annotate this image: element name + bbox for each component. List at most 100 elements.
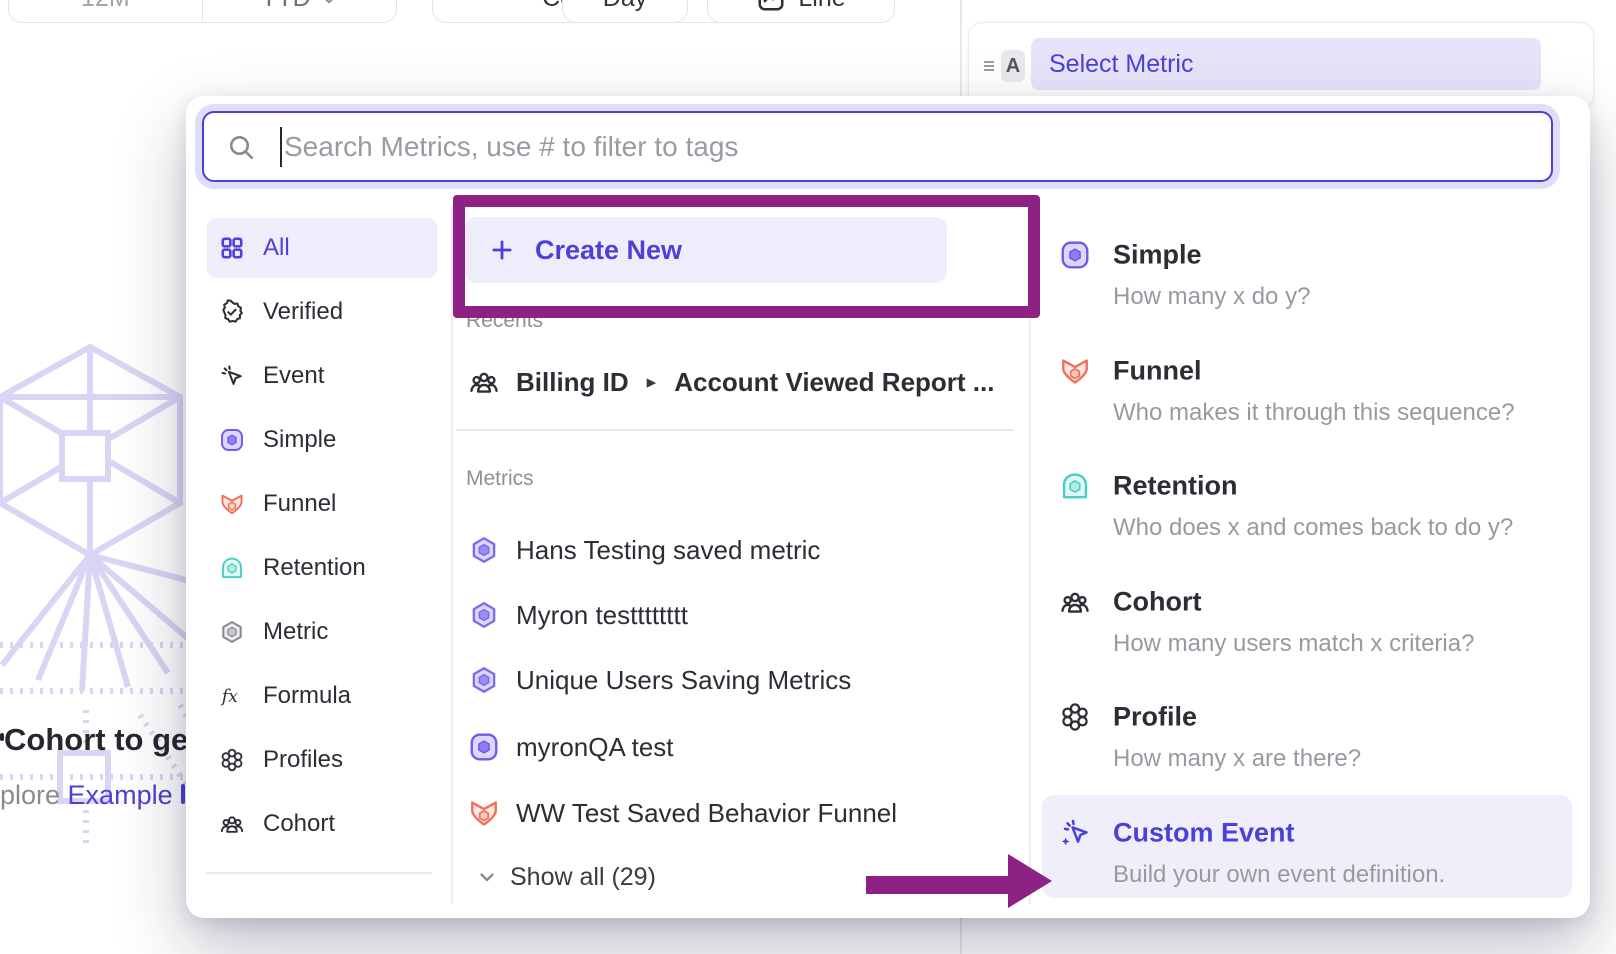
funnel-metric-icon [468,797,500,829]
grid-icon [219,235,245,261]
date-range-control: 12M YTD [8,0,397,23]
simple-metric-icon [1059,239,1091,271]
funnel-metric-icon [219,491,245,517]
type-funnel-desc: Who makes it through this sequence? [1113,399,1515,427]
chevron-down-icon [319,0,339,8]
retention-metric-icon [219,555,245,581]
event-cursor-icon [219,363,245,389]
interval-label: Day [603,0,647,13]
metric-list-item[interactable]: Hans Testing saved metric [468,530,820,570]
create-new-button[interactable]: Create New [465,217,947,283]
sidebar-item-simple[interactable]: Simple [207,410,437,470]
interval-button[interactable]: Day [562,0,688,23]
clipped-glyph-fragment [0,733,4,741]
sidebar-divider [206,872,432,874]
metric-hexagon-icon [219,619,245,645]
text-caret [280,127,282,167]
chevron-down-icon [474,864,500,890]
background-wireframe-art [0,335,210,845]
sidebar-item-event[interactable]: Event [207,346,437,406]
breadcrumb-arrow-icon: ▸ [647,371,657,394]
sidebar-item-label: Event [263,362,324,390]
metric-name: Unique Users Saving Metrics [516,665,851,696]
metric-name: WW Test Saved Behavior Funnel [516,798,897,829]
sidebar-item-label: Retention [263,554,366,582]
chart-type-label: Line [798,0,845,13]
verified-seal-icon [219,299,245,325]
sidebar-item-retention[interactable]: Retention [207,538,437,598]
sidebar-item-metric[interactable]: Metric [207,602,437,662]
type-profile[interactable]: Profile [1113,702,1197,733]
range-ytd-label: YTD [261,0,311,13]
line-chart-icon [756,0,786,13]
clipped-glyph-fragment [181,784,185,804]
show-all-label: Show all (29) [510,863,656,892]
sidebar-item-label: Formula [263,682,351,710]
simple-metric-icon [468,731,500,763]
formula-fx-icon: fx [219,683,245,709]
cohort-people-icon [468,366,500,398]
simple-metric-icon [219,427,245,453]
metric-name: myronQA test [516,732,674,763]
series-badge: A [1001,50,1025,82]
metric-list-item[interactable]: Myron testttttttt [468,595,688,635]
profiles-cluster-icon [1059,701,1091,733]
empty-state-headline: Cohort to ge [4,722,188,758]
sidebar-item-all[interactable]: All [207,218,437,278]
metric-picker-modal: All Verified Event Simple Funnel Retenti… [186,96,1590,918]
column-divider [1029,208,1031,904]
profiles-cluster-icon [219,747,245,773]
empty-state-subtext: plore Example [0,780,173,811]
search-bar [202,111,1553,182]
custom-event-icon [1059,817,1091,849]
type-profile-desc: How many x are there? [1113,745,1361,773]
column-divider [451,208,453,904]
select-metric-label: Select Metric [1049,50,1193,79]
range-ytd-button[interactable]: YTD [203,0,396,22]
sidebar-item-formula[interactable]: fx Formula [207,666,437,726]
saved-metric-hexagon-icon [468,664,500,696]
retention-metric-icon [1059,470,1091,502]
range-12m-button[interactable]: 12M [9,0,202,22]
metric-name: Hans Testing saved metric [516,535,820,566]
metric-list-item[interactable]: myronQA test [468,727,674,767]
type-retention[interactable]: Retention [1113,471,1238,502]
metrics-report-screen: Cohort to ge plore Example 12M YTD Compa… [0,0,1616,954]
metrics-heading: Metrics [466,467,534,491]
funnel-metric-icon [1059,355,1091,387]
type-custom-event[interactable]: Custom Event [1113,818,1295,849]
sidebar-item-label: Verified [263,298,343,326]
metric-list-item[interactable]: Unique Users Saving Metrics [468,660,851,700]
example-link[interactable]: Example [68,780,173,810]
recent-event-name: Account Viewed Report ... [674,367,994,398]
type-cohort[interactable]: Cohort [1113,587,1201,618]
metric-list-item[interactable]: WW Test Saved Behavior Funnel [468,793,897,833]
recents-heading: Recents [466,309,543,333]
type-custom-event-desc: Build your own event definition. [1113,861,1445,889]
sidebar-item-label: Simple [263,426,336,454]
metric-name: Myron testttttttt [516,600,688,631]
svg-text:fx: fx [220,687,238,707]
sidebar-item-label: Profiles [263,746,343,774]
sidebar-item-tags[interactable]: Tags [207,902,437,918]
section-divider [456,429,1014,431]
sidebar-item-label: Cohort [263,810,335,838]
create-new-label: Create New [535,235,682,266]
sidebar-item-label: Metric [263,618,328,646]
sidebar-item-profiles[interactable]: Profiles [207,730,437,790]
drag-handle-icon[interactable] [981,51,997,81]
cohort-people-icon [1059,586,1091,618]
type-simple[interactable]: Simple [1113,240,1202,271]
explore-text: plore [0,780,68,810]
recent-item[interactable]: Billing ID ▸ Account Viewed Report ... [468,362,994,402]
select-metric-button[interactable]: Select Metric [1031,38,1541,90]
show-all-button[interactable]: Show all (29) [474,857,656,897]
type-funnel[interactable]: Funnel [1113,356,1202,387]
sidebar-item-label: All [263,234,290,262]
sidebar-item-label: Funnel [263,490,336,518]
sidebar-item-cohort[interactable]: Cohort [207,794,437,854]
search-input[interactable] [204,113,1551,180]
chart-type-button[interactable]: Line [707,0,895,23]
sidebar-item-funnel[interactable]: Funnel [207,474,437,534]
sidebar-item-verified[interactable]: Verified [207,282,437,342]
